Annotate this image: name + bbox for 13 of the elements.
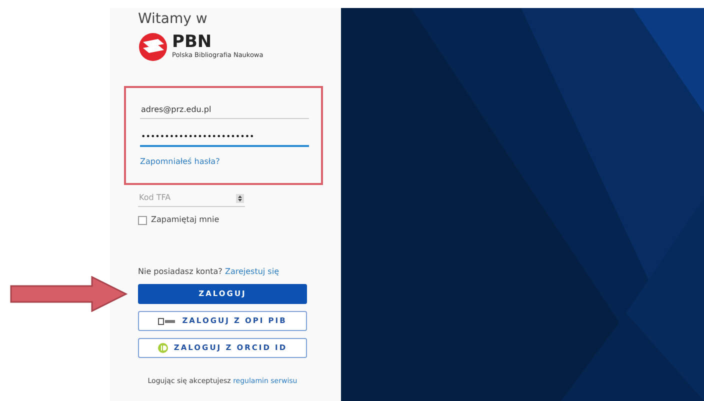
forgot-password-link[interactable]: Zapomniałeś hasła?	[140, 156, 220, 168]
opi-logo-icon	[158, 318, 176, 324]
remember-label: Zapamiętaj mnie	[151, 214, 220, 226]
register-prompt: Nie posiadasz konta?	[138, 267, 224, 276]
spinner-icon	[236, 194, 244, 203]
password-field[interactable]: ••••••••••••••••••••••••	[140, 129, 309, 147]
email-field[interactable]: adres@prz.edu.pl	[140, 102, 309, 119]
remember-checkbox[interactable]	[138, 216, 147, 224]
greeting-text: Witamy w	[138, 10, 208, 28]
logo-icon	[138, 32, 168, 62]
register-link[interactable]: Zarejestuj się	[224, 267, 279, 276]
logo-title: PBN	[172, 33, 212, 52]
orcid-logo-icon	[158, 343, 168, 353]
